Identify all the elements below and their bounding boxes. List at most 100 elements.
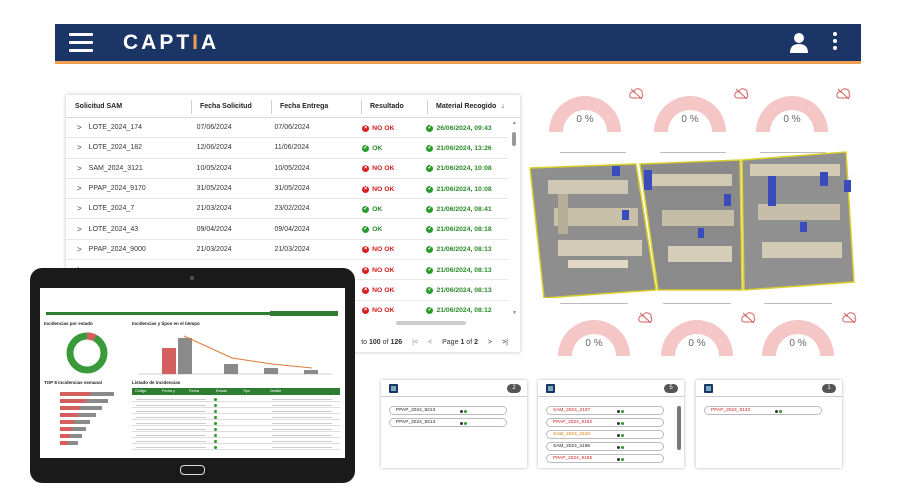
factory-3d-view[interactable] [528,150,858,298]
request-item[interactable]: SAM_2024_3196 [546,442,664,451]
col-solicitud[interactable]: Solicitud SAM [66,103,191,110]
check-icon: ✓ [362,226,370,234]
gauge: 0 % [657,312,737,364]
gauge-value: 0 % [783,114,801,125]
result-badge: × NO OK [362,307,395,315]
more-options-icon[interactable] [833,32,839,54]
cell-fecha-solicitud: 07/06/2024 [196,124,232,132]
factory-hall-3 [741,151,855,291]
expand-row-icon[interactable]: > [77,123,82,132]
cell-solicitud: SAM_2024_3121 [88,164,143,172]
line-status-card[interactable]: 2 PPAP_2024_9213 PPAP_2024_9214 [381,380,527,468]
panel-incidencias-estado-title: Incidencias por estado [44,321,93,326]
table-header: Solicitud SAM Fecha Solicitud Fecha Entr… [66,95,520,118]
vertical-scrollbar[interactable] [677,406,681,450]
request-item[interactable]: PPAP_2024_9185 [546,454,664,463]
status-dots [460,409,468,416]
first-page-icon[interactable]: |< [412,339,418,346]
incidents-col-header: Fecha y estado [162,389,175,400]
cell-solicitud: LOTE_2024_7 [88,205,135,213]
expand-row-icon[interactable]: > [77,143,82,152]
top8-bar-chart [60,392,114,445]
col-fecha-solicitud[interactable]: Fecha Solicitud [191,99,271,114]
status-dots [617,433,625,440]
table-row[interactable]: > LOTE_2024_43 09/04/2024 09/04/2024 ✓ OK ✓ 21/… [66,219,508,240]
col-resultado[interactable]: Resultado [361,99,427,114]
count-badge: 5 [664,384,678,393]
line-status-card[interactable]: 5 SAM_2024_3137 PPAP_2024_9192 SAM_2024_313… [538,380,684,468]
gauge: 0 % [758,312,838,364]
tablet-dashboard: Incidencias por estado Incidencias y tip… [40,288,345,458]
material-date: ✓ 26/06/2024, 09:43 [426,124,492,132]
tablet-home-button[interactable] [180,465,205,475]
prev-page-icon[interactable]: < [428,339,432,346]
scroll-up-icon[interactable]: ▲ [512,120,517,126]
incidents-col-header: Código [135,389,147,393]
expand-row-icon[interactable]: > [77,184,82,193]
machine-icon [389,384,398,393]
incidents-col-header: Estado [216,389,228,393]
incidents-over-time-chart [138,335,332,375]
gauge: 0 % [650,88,730,140]
last-page-icon[interactable]: >| [502,339,508,346]
table-row[interactable]: > LOTE_2024_182 12/06/2024 11/06/2024 ✓ OK ✓ 21… [66,138,508,159]
col-material-recogido[interactable]: Material Recogido ↓ [427,99,520,114]
material-date: ✓ 21/06/2024, 13:26 [426,144,492,152]
table-row[interactable]: > SAM_2024_3121 10/05/2024 10/05/2024 × NO OK… [66,159,508,179]
table-row[interactable]: > PPAP_2024_9000 21/03/2024 21/03/2024 × NO O… [66,240,508,261]
cross-icon: × [362,124,370,132]
table-row[interactable]: > LOTE_2024_174 07/06/2024 07/06/2024 × NO OK… [66,118,508,139]
vertical-scrollbar[interactable] [512,132,516,146]
request-item[interactable]: SAM_2024_3137 [546,406,664,415]
request-item[interactable]: PPAP_2024_9213 [389,406,507,415]
cloud-offline-icon [638,312,653,324]
cell-solicitud: LOTE_2024_174 [88,124,142,132]
panel-listado-title: Listado de incidencias [132,380,181,385]
cell-solicitud: PPAP_2024_9170 [88,185,146,193]
result-badge: ✓ OK [362,226,383,234]
tablet-device: Incidencias por estado Incidencias y tip… [30,268,355,483]
result-badge: × NO OK [362,246,395,254]
request-item[interactable]: SAM_2024_3133 [546,430,664,439]
panel-incidencias-tiempo-title: Incidencias y tipos en el tiempo [132,321,200,326]
table-row[interactable]: > LOTE_2024_7 21/03/2024 23/02/2024 ✓ OK ✓ 21/0… [66,199,508,220]
request-item[interactable]: PPAP_2024_9132 [704,406,822,415]
machine-icon [704,384,713,393]
cell-fecha-entrega: 21/03/2024 [274,245,310,253]
check-icon: ✓ [426,185,434,193]
col-fecha-entrega[interactable]: Fecha Entrega [271,99,361,114]
status-dots [617,445,625,452]
expand-row-icon[interactable]: > [77,204,82,213]
incident-row[interactable] [132,444,340,450]
request-item[interactable]: PPAP_2024_9192 [546,418,664,427]
request-item[interactable]: PPAP_2024_9214 [389,418,507,427]
next-page-icon[interactable]: > [488,339,492,346]
table-row[interactable]: > PPAP_2024_9170 31/05/2024 31/05/2024 × NO O… [66,179,508,200]
expand-row-icon[interactable]: > [77,225,82,234]
expand-row-icon[interactable]: > [77,245,82,254]
cross-icon: × [362,287,370,295]
user-icon[interactable] [789,32,809,54]
material-date: ✓ 21/06/2024, 08:13 [426,246,492,254]
result-badge: × NO OK [362,266,395,274]
timeline-range[interactable] [270,311,338,316]
app-header: CAPTIA [55,24,861,64]
check-icon: ✓ [426,165,434,173]
cell-fecha-entrega: 31/05/2024 [274,185,310,193]
menu-icon[interactable] [69,33,93,53]
material-date: ✓ 21/06/2024, 08:12 [426,307,492,315]
factory-hall-1 [529,163,657,298]
cloud-offline-icon [734,88,749,100]
gauge-value: 0 % [681,114,699,125]
scroll-down-icon[interactable]: ▼ [512,310,517,316]
sort-desc-icon[interactable]: ↓ [501,103,505,110]
donut-chart [66,332,108,374]
cloud-offline-icon [842,312,857,324]
expand-row-icon[interactable]: > [77,164,82,173]
incidents-col-header: Tipo [243,389,250,393]
check-icon: ✓ [426,144,434,152]
line-status-card[interactable]: 1 PPAP_2024_9132 [696,380,842,468]
horizontal-scrollbar[interactable] [396,321,466,325]
cell-fecha-solicitud: 21/03/2024 [196,205,232,213]
machine-icon [546,384,555,393]
